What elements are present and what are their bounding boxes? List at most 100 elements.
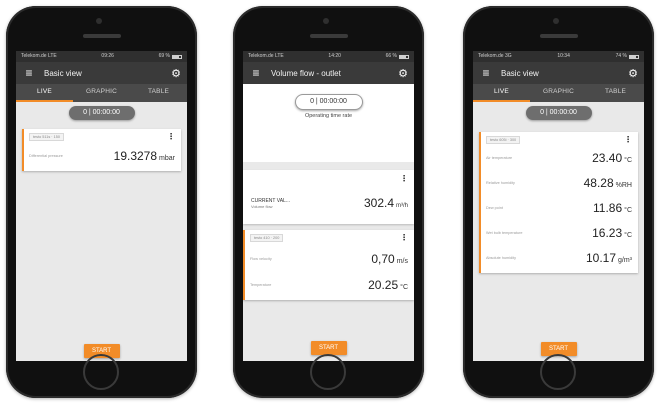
hamburger-icon[interactable]: ≡ [249,66,263,80]
tab-graphic[interactable]: GRAPHIC [73,84,130,102]
reading-unit: mbar [159,155,175,162]
gear-icon[interactable]: ⚙ [171,67,181,80]
phone-2-screen: Telekom.de LTE 14:20 66 % ≡ Volume flow … [243,51,414,361]
home-button[interactable] [83,354,119,390]
measurement-timer: 0 | 00:00:00 [525,106,592,120]
app-bar: ≡ Basic view ⚙ [473,62,644,84]
reading-row: Absolute humidity 10.17 g/m³ [486,249,632,267]
reading-label: Differential pressure [29,153,63,158]
operating-mode-label: Operating time rate [304,113,353,119]
measurement-timer: 0 | 00:00:00 [68,106,135,120]
reading-unit: °C [400,284,408,291]
battery-icon [629,54,639,59]
reading-value: 20.25 [368,278,399,292]
phone-1: Telekom.de LTE 09:26 69 % ≡ Basic view ⚙… [6,6,197,398]
more-options-icon[interactable]: ⋮ [624,136,632,144]
clock: 14:20 [328,53,341,59]
more-options-icon[interactable]: ⋮ [400,174,408,183]
more-options-icon[interactable]: ⋮ [400,234,408,242]
hamburger-icon[interactable]: ≡ [22,66,36,80]
gear-icon[interactable]: ⚙ [398,67,408,80]
volume-flow-unit: m³/h [396,203,408,209]
reading-value: 48.28 [583,176,614,190]
reading-unit: %RH [615,182,632,189]
reading-unit: °C [624,207,632,214]
timer-section: 0 | 00:00:00 Operating time rate [243,84,414,162]
page-title: Basic view [501,68,539,78]
battery: 74 % [616,51,639,62]
reading-label: Temperature [250,282,272,287]
reading-label: Relative humidity [486,180,515,185]
volume-flow-card: ⋮ CURRENT VAL... Volume flow 302.4 m³/h [243,170,414,224]
battery: 69 % [159,51,182,62]
three-phone-screenshots: Telekom.de LTE 09:26 69 % ≡ Basic view ⚙… [0,0,659,405]
reading-row: Dew point 11.86 °C [486,199,632,217]
probe-chip: testo 410 · 200 [250,234,284,242]
carrier: Telekom.de LTE [21,53,57,59]
tab-live[interactable]: LIVE [16,84,73,102]
reading-label: Flow velocity [250,256,272,261]
clock: 10:34 [557,53,570,59]
page-title: Volume flow - outlet [271,68,341,78]
probe-chip: testo 511s · 150 [29,133,64,141]
reading-value: 10.17 [585,251,616,265]
probe-chip: testo 605i · 300 [486,136,521,144]
reading-unit: °C [624,157,632,164]
reading-unit: m/s [396,258,408,265]
start-button[interactable]: START [310,341,347,355]
reading-row: Flow velocity 0,70 m/s [250,250,408,268]
reading-unit: g/m³ [618,257,632,264]
status-bar: Telekom.de 3G 10:34 74 % [473,51,644,62]
probe-card: testo 605i · 300 ⋮ Air temperature 23.40… [479,132,638,273]
probe-card: testo 511s · 150 ⋮ Differential pressure… [22,129,181,171]
phone-3: Telekom.de 3G 10:34 74 % ≡ Basic view ⚙ … [463,6,654,398]
reading-row: Wet bulb temperature 16.23 °C [486,224,632,242]
reading-label: Dew point [486,205,503,210]
reading-label: Absolute humidity [486,255,516,260]
page-title: Basic view [44,68,82,78]
current-value-label: CURRENT VAL... [251,197,290,204]
carrier: Telekom.de LTE [248,53,284,59]
volume-flow-value: 302.4 [363,196,394,210]
tab-graphic[interactable]: GRAPHIC [530,84,587,102]
clock: 09:26 [101,53,114,59]
home-button[interactable] [310,354,346,390]
reading-row: Relative humidity 48.28 %RH [486,174,632,192]
status-bar: Telekom.de LTE 14:20 66 % [243,51,414,62]
front-camera [96,18,102,24]
phone-3-screen: Telekom.de 3G 10:34 74 % ≡ Basic view ⚙ … [473,51,644,361]
earpiece [310,34,348,38]
reading-value: 23.40 [592,151,623,165]
view-tabs: LIVE GRAPHIC TABLE [473,84,644,102]
reading-value: 19.3278 [113,149,158,163]
battery: 66 % [386,51,409,62]
reading-row: Temperature 20.25 °C [250,276,408,294]
reading-label: Air temperature [486,155,513,160]
front-camera [323,18,329,24]
tab-table[interactable]: TABLE [130,84,187,102]
app-bar: ≡ Volume flow - outlet ⚙ [243,62,414,84]
more-options-icon[interactable]: ⋮ [167,133,175,141]
carrier: Telekom.de 3G [478,53,512,59]
measurement-timer: 0 | 00:00:00 [294,94,363,110]
volume-flow-row: CURRENT VAL... Volume flow 302.4 m³/h [251,194,408,212]
hamburger-icon[interactable]: ≡ [479,66,493,80]
reading-unit: °C [624,232,632,239]
tab-table[interactable]: TABLE [587,84,644,102]
phone-2: Telekom.de LTE 14:20 66 % ≡ Volume flow … [233,6,424,398]
probe-card: testo 410 · 200 ⋮ Flow velocity 0,70 m/s … [243,230,414,300]
tab-live[interactable]: LIVE [473,84,530,102]
phone-1-screen: Telekom.de LTE 09:26 69 % ≡ Basic view ⚙… [16,51,187,361]
front-camera [553,18,559,24]
status-bar: Telekom.de LTE 09:26 69 % [16,51,187,62]
battery-icon [172,54,182,59]
gear-icon[interactable]: ⚙ [628,67,638,80]
view-tabs: LIVE GRAPHIC TABLE [16,84,187,102]
reading-value: 11.86 [593,201,623,215]
earpiece [83,34,121,38]
reading-value: 0,70 [371,252,395,266]
home-button[interactable] [540,354,576,390]
earpiece [540,34,578,38]
app-bar: ≡ Basic view ⚙ [16,62,187,84]
battery-icon [399,54,409,59]
